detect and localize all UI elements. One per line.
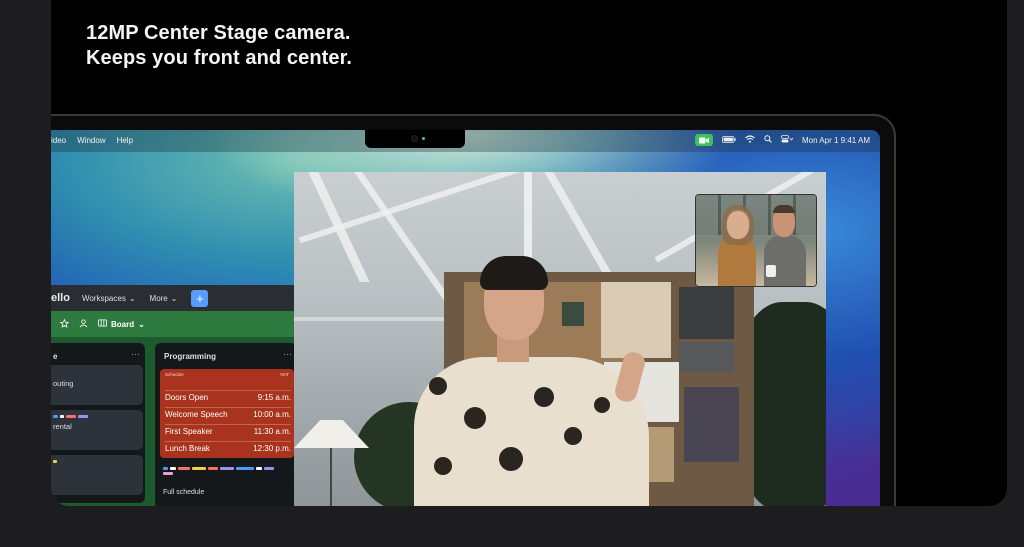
more-icon[interactable]: ··· (283, 349, 292, 359)
list-card[interactable]: outing (51, 365, 143, 405)
board-view-icon (98, 319, 107, 329)
pip-person-right-hair (773, 205, 795, 213)
card-title: Full schedule (163, 489, 205, 496)
macos-menubar: ideo Window Help Mon Apr 1 9:41 AM (51, 130, 880, 152)
lamp-stand (330, 448, 332, 506)
feature-card: 12MP Center Stage camera. Keeps you fron… (51, 0, 1007, 506)
polka-dot (594, 397, 610, 413)
board-view-label: Board (111, 319, 135, 329)
schedule-time: 12:30 p.m. (253, 444, 291, 453)
ceiling-beam (294, 317, 444, 321)
camera-lens (412, 136, 417, 141)
schedule-row: Welcome Speech 10:00 a.m. (165, 407, 291, 421)
pip-person-right-body (764, 235, 806, 286)
wifi-icon[interactable] (745, 135, 755, 145)
camera-in-use-icon[interactable] (694, 134, 713, 146)
material-swatch (679, 342, 734, 372)
material-swatch (679, 287, 734, 339)
polka-dot (464, 407, 486, 429)
schedule-row: Doors Open 9:15 a.m. (165, 390, 291, 404)
polka-dot (429, 377, 447, 395)
menu-item-help[interactable]: Help (117, 136, 133, 145)
list-title: Programming (164, 352, 217, 361)
chevron-down-icon: ⌄ (128, 293, 136, 303)
board-list-1: e ··· outing rental (51, 343, 145, 503)
feature-headline: 12MP Center Stage camera. Keeps you fron… (86, 21, 352, 71)
schedule-event: First Speaker (165, 427, 213, 436)
schedule-time: 9:15 a.m. (257, 393, 291, 402)
polka-dot (499, 447, 523, 471)
list-card[interactable]: rental (51, 410, 143, 450)
card-labels (53, 415, 88, 418)
create-button[interactable]: + (191, 289, 209, 307)
control-center-icon[interactable] (781, 135, 794, 145)
card-title: rental (53, 422, 72, 431)
battery-icon[interactable] (722, 135, 736, 145)
schedule-event: Lunch Break (165, 444, 210, 453)
chevron-down-icon: ⌄ (170, 293, 178, 303)
search-icon[interactable] (764, 135, 772, 145)
video-call-window (294, 172, 826, 506)
star-icon[interactable] (59, 318, 70, 330)
schedule-card[interactable]: Schedule NAT Doors Open 9:15 a.m. Welcom… (160, 369, 294, 458)
more-icon[interactable]: ··· (131, 349, 140, 359)
nav-more[interactable]: More ⌄ (150, 294, 178, 303)
headline-line-1: 12MP Center Stage camera. (86, 22, 351, 44)
nav-workspaces-label: Workspaces (81, 293, 126, 303)
schedule-time: 11:30 a.m. (253, 427, 291, 436)
board-app-window: ello Workspaces ⌄ More ⌄ + Board ⌄ e ···… (51, 285, 297, 506)
polka-dot (534, 387, 554, 407)
schedule-event: Welcome Speech (165, 410, 228, 419)
nav-more-label: More (149, 293, 168, 303)
material-swatch (601, 282, 671, 358)
headline-line-2: Keeps you front and center. (86, 47, 353, 69)
card-labels (53, 460, 57, 463)
pip-window-bg (696, 195, 816, 235)
macbook-screen: ideo Window Help Mon Apr 1 9:41 AM ello … (51, 130, 880, 506)
board-app-topbar: ello Workspaces ⌄ More ⌄ + (51, 285, 297, 311)
list-card[interactable] (51, 455, 143, 495)
presenter-body (414, 357, 649, 506)
schedule-event: Doors Open (165, 393, 209, 402)
macbook-frame: ideo Window Help Mon Apr 1 9:41 AM ello … (51, 114, 896, 506)
pip-mug (766, 265, 776, 277)
list-title: e (53, 352, 58, 361)
camera-notch (365, 130, 465, 148)
menu-item-window[interactable]: Window (77, 136, 105, 145)
presenter-hair (480, 256, 548, 290)
schedule-header-right: NAT (280, 372, 289, 377)
polka-dot (564, 427, 582, 445)
schedule-time: 10:00 a.m. (253, 410, 291, 419)
app-logo[interactable]: ello (51, 292, 70, 304)
polka-dot (434, 457, 452, 475)
chevron-down-icon: ⌄ (138, 319, 145, 329)
members-icon[interactable] (79, 318, 88, 330)
menu-item-video[interactable]: ideo (51, 136, 66, 145)
schedule-row: First Speaker 11:30 a.m. (165, 424, 291, 438)
board-list-programming: Programming ··· Schedule NAT Doors Open … (155, 343, 297, 506)
pip-remote-participants[interactable] (695, 194, 817, 287)
board-view-switcher[interactable]: Board ⌄ (98, 319, 145, 329)
menubar-datetime[interactable]: Mon Apr 1 9:41 AM (802, 136, 870, 145)
nav-workspaces[interactable]: Workspaces ⌄ (82, 294, 136, 303)
card-title: outing (53, 379, 74, 388)
material-swatch (684, 387, 739, 462)
material-swatch (562, 302, 584, 326)
card-labels (163, 467, 283, 475)
schedule-header: Schedule (165, 372, 184, 377)
camera-active-indicator (422, 137, 425, 140)
schedule-row: Lunch Break 12:30 p.m. (165, 441, 291, 455)
board-toolbar: Board ⌄ (51, 311, 297, 337)
pip-person-left-face-front (727, 211, 749, 239)
